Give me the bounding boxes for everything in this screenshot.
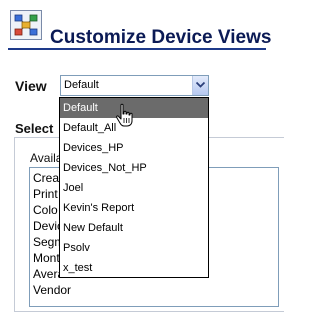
dropdown-option[interactable]: Joel	[60, 178, 208, 198]
view-label: View	[15, 78, 47, 94]
available-item[interactable]: Crea	[33, 171, 59, 185]
available-item[interactable]: Colo	[33, 203, 58, 217]
dropdown-option[interactable]: Kevin's Report	[60, 198, 208, 218]
hand-pointer-icon	[114, 103, 136, 129]
available-item[interactable]: Print	[33, 187, 58, 201]
available-item[interactable]: Vendor	[33, 283, 71, 297]
title-divider	[8, 48, 266, 50]
select-section-heading: Select	[15, 121, 54, 136]
device-views-icon	[10, 10, 42, 40]
view-select-value: Default	[64, 79, 99, 91]
chevron-down-icon[interactable]	[192, 76, 208, 95]
available-columns-label: Availa	[30, 151, 63, 165]
available-item[interactable]: Mont	[33, 251, 60, 265]
page-title: Customize Device Views	[50, 27, 272, 48]
dropdown-option[interactable]: x_test	[60, 258, 208, 278]
dropdown-option[interactable]: Devices_HP	[60, 138, 208, 158]
dropdown-option[interactable]: Devices_Not_HP	[60, 158, 208, 178]
dropdown-option[interactable]: Psolv	[60, 238, 208, 258]
dropdown-option[interactable]: New Default	[60, 218, 208, 238]
view-select[interactable]: Default	[60, 75, 209, 96]
